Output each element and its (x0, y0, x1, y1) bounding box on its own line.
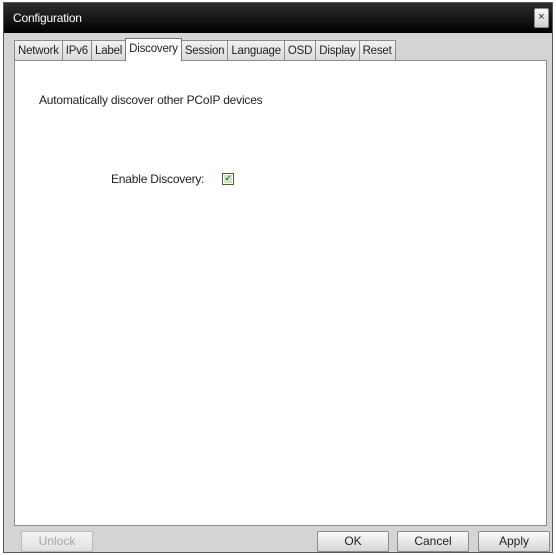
discovery-description: Automatically discover other PCoIP devic… (39, 93, 263, 107)
ok-button[interactable]: OK (317, 531, 389, 552)
enable-discovery-checkbox[interactable]: ✓ (222, 173, 235, 185)
enable-discovery-label: Enable Discovery: (111, 172, 205, 186)
tab-reset[interactable]: Reset (358, 40, 396, 61)
unlock-button[interactable]: Unlock (21, 531, 93, 552)
tab-session[interactable]: Session (180, 40, 229, 61)
close-icon: × (538, 11, 545, 23)
enable-discovery-row: Enable Discovery: ✓ (111, 172, 235, 186)
tab-ipv6[interactable]: IPv6 (61, 40, 92, 61)
window-title: Configuration (13, 11, 82, 25)
close-button[interactable]: × (534, 8, 549, 28)
tab-language[interactable]: Language (227, 40, 285, 61)
tab-display[interactable]: Display (315, 40, 360, 61)
title-bar: Configuration × (4, 3, 552, 33)
checkmark-icon: ✓ (224, 174, 233, 184)
tab-discovery[interactable]: Discovery (125, 38, 182, 61)
configuration-window: Configuration × Network IPv6 Label Disco… (3, 2, 553, 553)
tab-bar: Network IPv6 Label Discovery Session Lan… (14, 38, 396, 61)
tab-label[interactable]: Label (91, 40, 127, 61)
discovery-panel: Automatically discover other PCoIP devic… (14, 60, 547, 526)
tab-osd[interactable]: OSD (283, 40, 317, 61)
apply-button[interactable]: Apply (478, 531, 550, 552)
tab-network[interactable]: Network (14, 40, 63, 61)
cancel-button[interactable]: Cancel (397, 531, 469, 552)
